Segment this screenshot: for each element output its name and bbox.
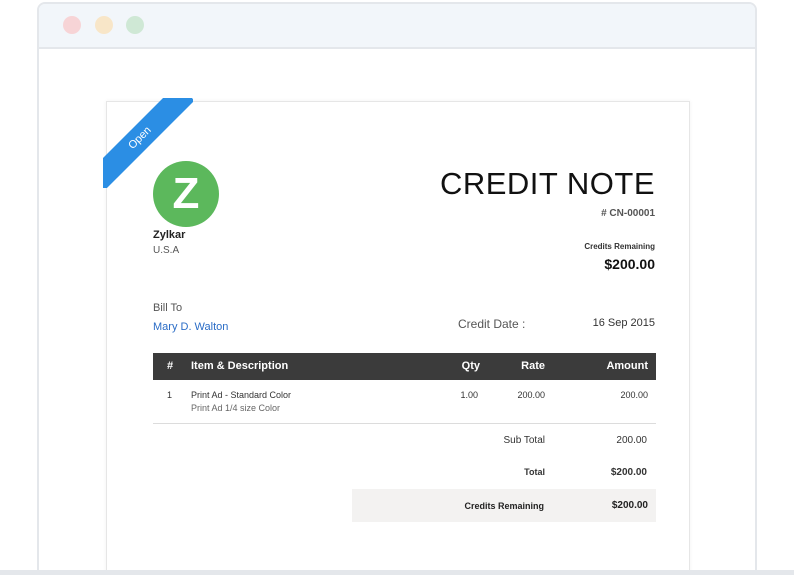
row-rate: 200.00 bbox=[517, 390, 545, 400]
summary-credits-remaining-label: Credits Remaining bbox=[464, 501, 544, 511]
row-number: 1 bbox=[167, 390, 173, 400]
logo-letter: Z bbox=[172, 169, 200, 218]
summary-credits-remaining-value: $200.00 bbox=[611, 500, 648, 511]
company-country: U.S.A bbox=[153, 245, 180, 256]
bill-to-label: Bill To bbox=[153, 302, 183, 314]
close-window-button[interactable] bbox=[63, 16, 81, 34]
credits-remaining-label: Credits Remaining bbox=[584, 242, 655, 251]
table-row: 1 Print Ad - Standard Color Print Ad 1/4… bbox=[153, 380, 656, 424]
row-qty: 1.00 bbox=[460, 390, 478, 400]
minimize-window-button[interactable] bbox=[95, 16, 113, 34]
credit-date-value: 16 Sep 2015 bbox=[592, 317, 655, 329]
sub-total-label: Sub Total bbox=[503, 435, 545, 446]
row-item-description: Print Ad 1/4 size Color bbox=[191, 403, 281, 413]
window-titlebar bbox=[39, 4, 755, 49]
header-number: # bbox=[167, 360, 174, 372]
header-amount: Amount bbox=[606, 360, 648, 372]
header-rate: Rate bbox=[521, 360, 545, 372]
credits-remaining-summary: Credits Remaining $200.00 bbox=[352, 489, 656, 522]
header-item: Item & Description bbox=[191, 360, 289, 372]
total-value: $200.00 bbox=[610, 467, 647, 478]
items-table-header: # Item & Description Qty Rate Amount bbox=[153, 353, 656, 380]
credits-remaining-value: $200.00 bbox=[604, 256, 655, 272]
maximize-window-button[interactable] bbox=[126, 16, 144, 34]
credit-note-document: Open Z Zylkar U.S.A CREDIT NOTE # CN-000… bbox=[103, 98, 690, 575]
document-number: # CN-00001 bbox=[601, 208, 655, 219]
window-bottom-edge bbox=[0, 570, 794, 575]
document-title: CREDIT NOTE bbox=[439, 166, 655, 201]
bill-to-customer-link[interactable]: Mary D. Walton bbox=[153, 321, 228, 333]
row-amount: 200.00 bbox=[620, 390, 648, 400]
row-item-name: Print Ad - Standard Color bbox=[191, 390, 292, 400]
company-logo: Z bbox=[153, 161, 219, 227]
company-name: Zylkar bbox=[153, 229, 186, 241]
total-label: Total bbox=[524, 467, 545, 477]
credit-date-label: Credit Date : bbox=[458, 317, 526, 331]
sub-total-value: 200.00 bbox=[616, 435, 647, 446]
header-qty: Qty bbox=[461, 360, 480, 372]
